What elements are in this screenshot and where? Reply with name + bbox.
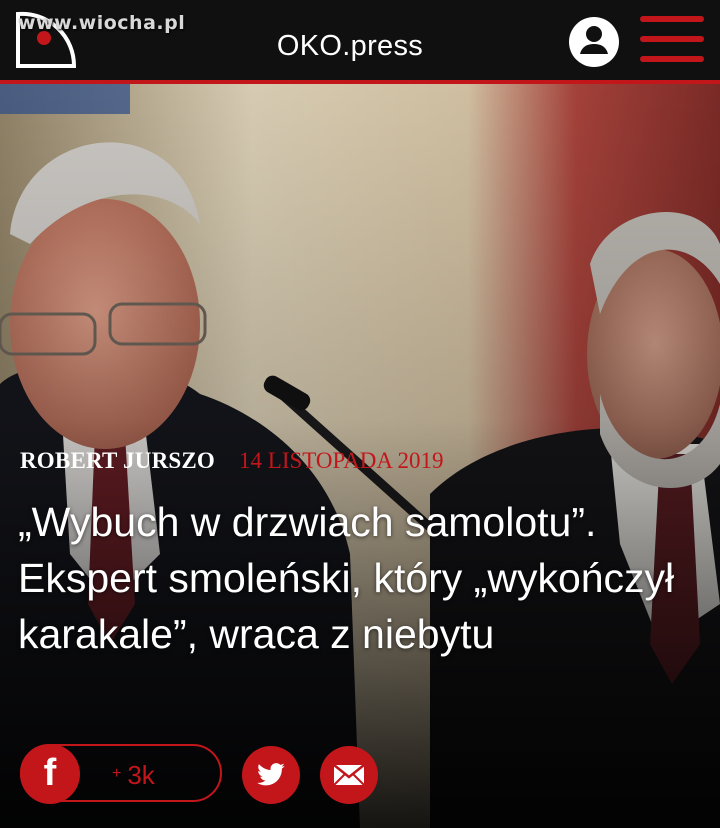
article-date: 14 LISTOPADA 2019 xyxy=(239,448,444,473)
twitter-share-button[interactable] xyxy=(242,746,300,804)
brand-text: OKO.press xyxy=(276,30,424,62)
facebook-letter: f xyxy=(43,752,57,794)
article-headline[interactable]: „Wybuch w drzwiach samolotu”. Ekspert sm… xyxy=(18,494,708,662)
author-link[interactable]: ROBERT JURSZO xyxy=(20,448,215,473)
share-count-value: 3k xyxy=(127,760,155,790)
email-icon xyxy=(333,764,365,786)
menu-line xyxy=(640,36,704,42)
share-count-prefix: + xyxy=(112,765,122,782)
facebook-icon[interactable]: f xyxy=(20,744,80,804)
article-meta: ROBERT JURSZO 14 LISTOPADA 2019 xyxy=(20,448,444,474)
email-share-button[interactable] xyxy=(320,746,378,804)
share-count: +3k xyxy=(112,760,155,791)
hamburger-menu-icon[interactable] xyxy=(640,16,704,64)
menu-line xyxy=(640,16,704,22)
twitter-icon xyxy=(257,763,285,786)
menu-line xyxy=(640,56,704,62)
top-bar: www.wiocha.pl OKO.press xyxy=(0,0,720,80)
user-icon[interactable] xyxy=(568,16,620,68)
